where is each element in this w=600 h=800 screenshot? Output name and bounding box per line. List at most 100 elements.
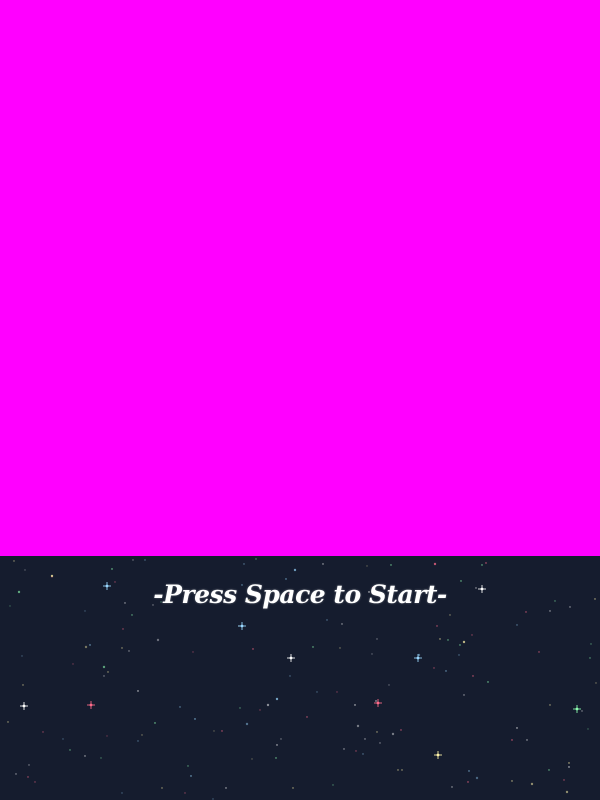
star (525, 611, 527, 613)
star (549, 610, 551, 612)
star (245, 722, 249, 726)
star (239, 707, 241, 709)
star (102, 665, 106, 669)
star (137, 740, 139, 742)
star (401, 769, 403, 771)
star (131, 614, 133, 616)
star (255, 558, 257, 560)
star (275, 697, 279, 701)
star (364, 738, 366, 740)
star (447, 639, 449, 641)
star (156, 638, 160, 642)
star (391, 732, 395, 736)
star (21, 655, 23, 657)
star (445, 670, 447, 672)
star (69, 749, 71, 751)
star (326, 619, 328, 621)
star (187, 765, 189, 767)
star (106, 735, 108, 737)
star (549, 704, 551, 706)
star (252, 648, 254, 650)
star (343, 748, 345, 750)
star (322, 563, 324, 565)
star (107, 671, 109, 673)
star (511, 739, 513, 741)
star (121, 792, 123, 794)
sparkle-star (22, 704, 26, 708)
star (565, 790, 569, 794)
star (27, 776, 29, 778)
star (356, 724, 360, 728)
star (471, 634, 473, 636)
star (487, 681, 489, 683)
star (316, 691, 318, 693)
star (590, 643, 592, 645)
game-screen[interactable]: -Press Space to Start- (0, 0, 600, 800)
sparkle-star (436, 753, 440, 757)
star (397, 769, 399, 771)
star (451, 786, 453, 788)
star (376, 731, 378, 733)
star (472, 675, 474, 677)
star (355, 750, 357, 752)
star (336, 691, 338, 693)
star (400, 729, 402, 731)
star (293, 568, 297, 572)
star (439, 638, 441, 640)
star (184, 792, 186, 794)
star (128, 650, 130, 652)
star (100, 757, 102, 759)
sparkle-star (416, 656, 420, 660)
star (433, 667, 435, 669)
star (375, 700, 377, 702)
star (436, 625, 438, 627)
star (376, 638, 378, 640)
star (34, 781, 36, 783)
star (433, 562, 437, 566)
star (538, 651, 540, 653)
star (306, 716, 308, 718)
star (144, 559, 146, 561)
star (190, 775, 192, 777)
star (388, 684, 390, 686)
star (462, 640, 466, 644)
star (259, 709, 261, 711)
star (121, 647, 123, 649)
star (276, 744, 278, 746)
star (568, 762, 570, 764)
sparkle-star (289, 656, 293, 660)
star (154, 722, 156, 724)
star (15, 773, 17, 775)
star (62, 738, 64, 740)
star (72, 663, 74, 665)
star (568, 766, 570, 768)
star (587, 728, 589, 730)
star (141, 734, 143, 736)
star (289, 675, 291, 677)
star (84, 755, 86, 757)
sparkle-star (89, 703, 93, 707)
star (111, 568, 113, 570)
star (312, 646, 314, 648)
star (132, 559, 134, 561)
star (581, 710, 583, 712)
star (89, 644, 91, 646)
sparkle-star (376, 701, 380, 705)
star (362, 753, 364, 755)
sparkle-star (575, 707, 579, 711)
star (28, 764, 30, 766)
star (458, 654, 460, 656)
star (463, 694, 465, 696)
star (548, 769, 550, 771)
star (511, 780, 513, 782)
star (251, 758, 253, 760)
star (354, 704, 356, 706)
star (194, 718, 196, 720)
star (122, 628, 124, 630)
star (595, 682, 597, 684)
star (225, 787, 227, 789)
star (379, 742, 381, 744)
star (213, 730, 215, 732)
star (449, 614, 451, 616)
star (467, 781, 469, 783)
